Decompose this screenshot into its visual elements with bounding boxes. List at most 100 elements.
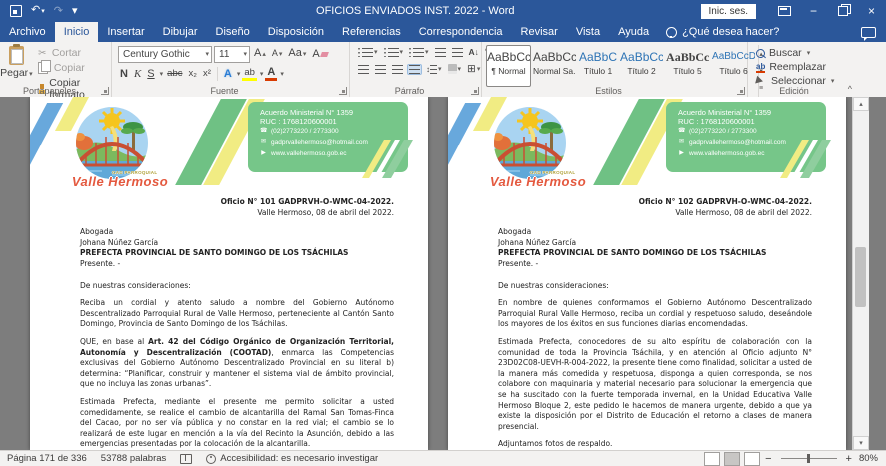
- tab-vista[interactable]: Vista: [567, 22, 609, 42]
- phone-icon: ☎: [260, 126, 267, 137]
- decrease-indent-button[interactable]: [433, 47, 448, 58]
- date-line: Valle Hermoso, 08 de abril del 2022.: [80, 208, 394, 219]
- paragraph-dialog-launcher[interactable]: [471, 87, 479, 95]
- scroll-down-icon[interactable]: ▾: [853, 436, 869, 450]
- paste-icon: [9, 46, 24, 65]
- undo-icon[interactable]: ↶▾: [31, 0, 45, 23]
- borders-button[interactable]: ⊞▾: [465, 62, 482, 76]
- replace-button[interactable]: abReemplazar: [756, 60, 858, 74]
- subscript-button[interactable]: x₂: [186, 66, 198, 82]
- website-url: www.vallehermoso.gob.ec: [271, 148, 347, 159]
- styles-dialog-launcher[interactable]: [737, 87, 745, 95]
- clear-formatting-button[interactable]: A: [310, 46, 329, 62]
- addressee-block: Abogada Johana Núñez García PREFECTA PRO…: [80, 227, 394, 269]
- email-icon: ✉: [260, 137, 267, 148]
- minimize-button[interactable]: −: [799, 0, 828, 22]
- letter-body[interactable]: Oficio N° 101 GADPRVH-O-WMC-04-2022. Val…: [30, 197, 428, 450]
- close-button[interactable]: ×: [857, 0, 886, 22]
- find-button[interactable]: Buscar▾: [756, 46, 858, 60]
- align-left-button[interactable]: [356, 64, 371, 75]
- save-icon[interactable]: [10, 5, 22, 17]
- oficio-number: Oficio N° 102 GADPRVH-O-WMC-04-2022.: [498, 197, 812, 208]
- zoom-slider[interactable]: [781, 458, 837, 460]
- word-count[interactable]: 53788 palabras: [94, 453, 174, 464]
- customize-qat-icon[interactable]: ▾: [72, 0, 78, 22]
- text-effects-button[interactable]: A: [222, 66, 234, 82]
- bold-button[interactable]: N: [118, 66, 130, 82]
- tab-ayuda[interactable]: Ayuda: [609, 22, 658, 42]
- page-indicator[interactable]: Página 171 de 336: [0, 453, 94, 464]
- highlight-color-button[interactable]: ab: [242, 67, 257, 81]
- strikethrough-button[interactable]: abc: [165, 66, 184, 82]
- zoom-slider-thumb[interactable]: [807, 454, 810, 463]
- copy-button: Copiar: [33, 61, 111, 75]
- clipboard-dialog-launcher[interactable]: [101, 87, 109, 95]
- accessibility-status[interactable]: Accesibilidad: es necesario investigar: [199, 453, 385, 464]
- italic-button[interactable]: K: [132, 66, 143, 82]
- scroll-up-icon[interactable]: ▴: [853, 97, 869, 111]
- numbering-button[interactable]: ▾: [382, 47, 406, 58]
- paragraph-group: ▾ ▾ ▾ A↓ ¶ ↕▾ ▾ ⊞▾ Párrafo: [350, 42, 482, 97]
- print-layout-button[interactable]: [724, 452, 740, 466]
- ribbon-display-options-icon[interactable]: [770, 0, 799, 22]
- tab-diseno[interactable]: Diseño: [207, 22, 259, 42]
- sign-in-button[interactable]: Inic. ses.: [701, 4, 756, 19]
- select-cursor-icon: [755, 76, 768, 87]
- font-size-combo[interactable]: 11▾: [214, 46, 250, 63]
- multilevel-list-button[interactable]: ▾: [407, 47, 431, 58]
- zoom-in-button[interactable]: +: [843, 453, 855, 465]
- style-titulo-5[interactable]: AaBbCcITítulo 5: [665, 45, 710, 87]
- font-family-combo[interactable]: Century Gothic▾: [118, 46, 212, 63]
- feedback-comment-icon[interactable]: [861, 27, 876, 38]
- restore-button[interactable]: [828, 0, 857, 22]
- sort-button[interactable]: A↓: [467, 46, 481, 58]
- superscript-button[interactable]: x²: [201, 66, 213, 82]
- paragraph: Adjuntamos fotos de respaldo.: [498, 439, 812, 450]
- underline-button[interactable]: S: [145, 66, 156, 82]
- tell-me-search[interactable]: ¿Qué desea hacer?: [658, 22, 787, 42]
- style-normal[interactable]: AaBbCcD¶ Normal: [486, 45, 531, 87]
- increase-indent-button[interactable]: [450, 47, 465, 58]
- web-layout-button[interactable]: [744, 452, 760, 466]
- align-right-button[interactable]: [390, 64, 405, 75]
- vertical-scrollbar[interactable]: ▴ ▾: [852, 97, 869, 450]
- tab-insertar[interactable]: Insertar: [98, 22, 153, 42]
- word-window: ↶▾ ↷ ▾ OFICIOS ENVIADOS INST. 2022 - Wor…: [0, 0, 886, 466]
- style-normal-sa[interactable]: AaBbCcNormal Sa...: [532, 45, 577, 87]
- bullets-button[interactable]: ▾: [356, 47, 380, 58]
- letter-body[interactable]: Oficio N° 102 GADPRVH-O-WMC-04-2022. Val…: [448, 197, 846, 450]
- tab-revisar[interactable]: Revisar: [512, 22, 567, 42]
- style-titulo-2[interactable]: AaBbCcDTítulo 2: [619, 45, 664, 87]
- grow-font-button[interactable]: A▴: [252, 45, 268, 63]
- shrink-font-button[interactable]: A▾: [270, 45, 285, 63]
- collapse-ribbon-icon[interactable]: ^: [848, 84, 852, 94]
- tab-dibujar[interactable]: Dibujar: [154, 22, 207, 42]
- tab-archivo[interactable]: Archivo: [0, 22, 55, 42]
- shading-button[interactable]: ▾: [446, 63, 464, 75]
- shading-icon: [448, 64, 457, 74]
- line-spacing-button[interactable]: ↕▾: [424, 64, 444, 75]
- document-page-2[interactable]: GAD PARROQUIAL Valle Hermoso Acuerdo Min…: [448, 97, 846, 450]
- change-case-button[interactable]: Aa▾: [286, 45, 308, 63]
- tab-disposicion[interactable]: Disposición: [259, 22, 333, 42]
- read-mode-button[interactable]: [704, 452, 720, 466]
- letterhead-contact-panel: Acuerdo Ministerial N° 1359 RUC : 176812…: [248, 102, 408, 172]
- proofing-status[interactable]: [173, 454, 199, 464]
- font-color-button[interactable]: A: [265, 67, 277, 81]
- document-page-1[interactable]: GAD PARROQUIAL Valle Hermoso Acuerdo Min…: [30, 97, 428, 450]
- tab-inicio[interactable]: Inicio: [55, 22, 99, 42]
- zoom-level[interactable]: 80%: [855, 453, 886, 464]
- scrollbar-thumb[interactable]: [855, 247, 866, 307]
- zoom-out-button[interactable]: −: [762, 453, 774, 465]
- style-titulo-1[interactable]: AaBbCTítulo 1: [578, 45, 618, 87]
- tab-referencias[interactable]: Referencias: [333, 22, 410, 42]
- date-line: Valle Hermoso, 08 de abril del 2022.: [498, 208, 812, 219]
- clipboard-group: Pegar▾ ✂Cortar Copiar Copiar formato Por…: [0, 42, 112, 97]
- align-center-button[interactable]: [373, 64, 388, 75]
- document-canvas: GAD PARROQUIAL Valle Hermoso Acuerdo Min…: [0, 97, 886, 450]
- tab-correspondencia[interactable]: Correspondencia: [410, 22, 512, 42]
- align-center-icon: [375, 65, 386, 74]
- font-dialog-launcher[interactable]: [339, 87, 347, 95]
- justify-button[interactable]: [407, 64, 422, 75]
- email-address: gadprvallehermoso@hotmail.com: [271, 137, 368, 148]
